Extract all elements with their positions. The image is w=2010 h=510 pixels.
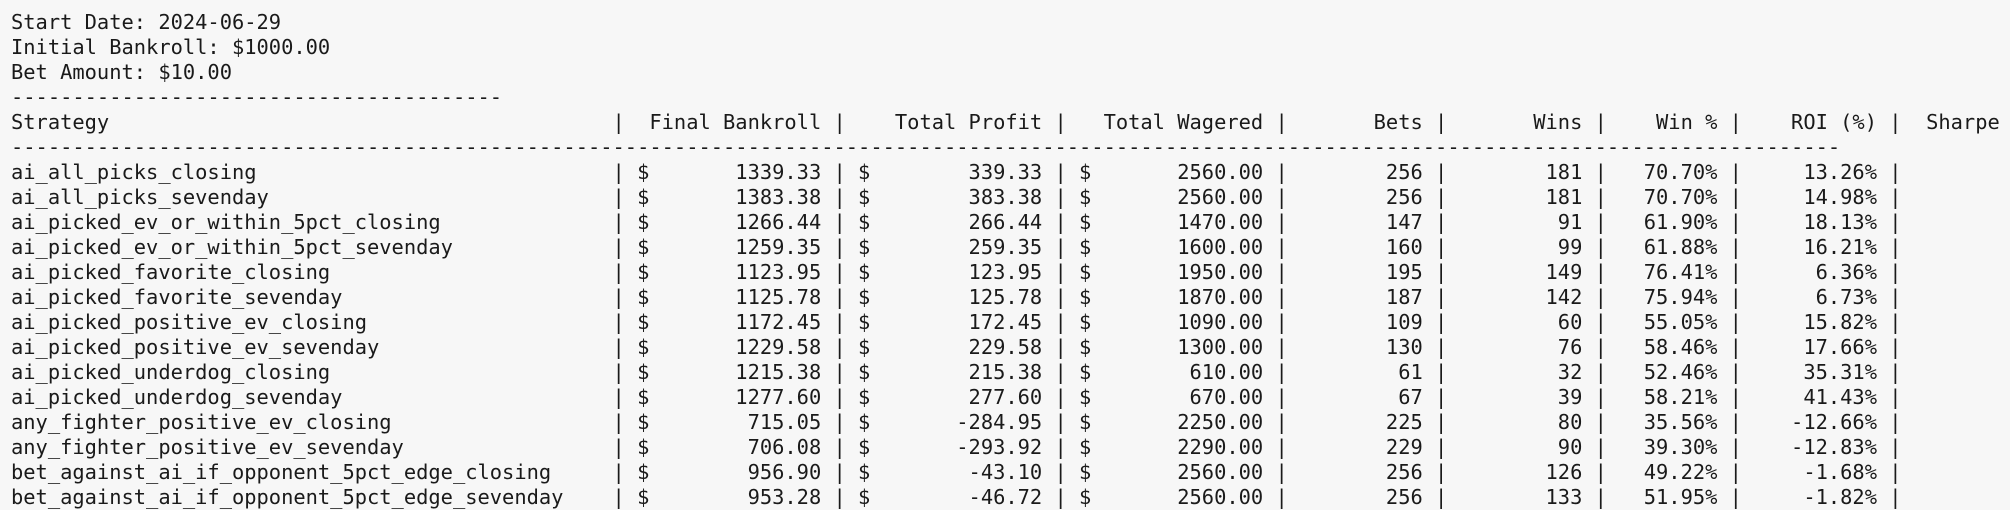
table-row: ai_all_picks_closing | $ 1339.33 | $ 339… [11, 160, 2010, 184]
table-row: any_fighter_positive_ev_sevenday | $ 706… [11, 435, 2010, 459]
table-row: ai_picked_positive_ev_closing | $ 1172.4… [11, 310, 2010, 334]
table-row: ai_picked_favorite_sevenday | $ 1125.78 … [11, 285, 2010, 309]
table-row: bet_against_ai_if_opponent_5pct_edge_sev… [11, 485, 2010, 509]
table-row: ai_picked_ev_or_within_5pct_closing | $ … [11, 210, 2010, 234]
table-row: ai_picked_positive_ev_sevenday | $ 1229.… [11, 335, 2010, 359]
table-row: ai_picked_ev_or_within_5pct_sevenday | $… [11, 235, 2010, 259]
bet-amount-line: Bet Amount: $10.00 [11, 60, 232, 84]
table-header: Strategy | Final Bankroll | Total Profit… [11, 110, 2010, 134]
table-row: any_fighter_positive_ev_closing | $ 715.… [11, 410, 2010, 434]
short-divider: ---------------------------------------- [11, 85, 503, 109]
initial-bankroll-line: Initial Bankroll: $1000.00 [11, 35, 331, 59]
table-row: ai_picked_underdog_closing | $ 1215.38 |… [11, 360, 2010, 384]
table-row: bet_against_ai_if_opponent_5pct_edge_clo… [11, 460, 2010, 484]
table-row: ai_all_picks_sevenday | $ 1383.38 | $ 38… [11, 185, 2010, 209]
terminal-output: Start Date: 2024-06-29 Initial Bankroll: … [11, 10, 2010, 510]
start-date-line: Start Date: 2024-06-29 [11, 10, 282, 34]
table-row: ai_picked_favorite_closing | $ 1123.95 |… [11, 260, 2010, 284]
table-row: ai_picked_underdog_sevenday | $ 1277.60 … [11, 385, 2010, 409]
table-divider: ----------------------------------------… [11, 135, 1841, 159]
